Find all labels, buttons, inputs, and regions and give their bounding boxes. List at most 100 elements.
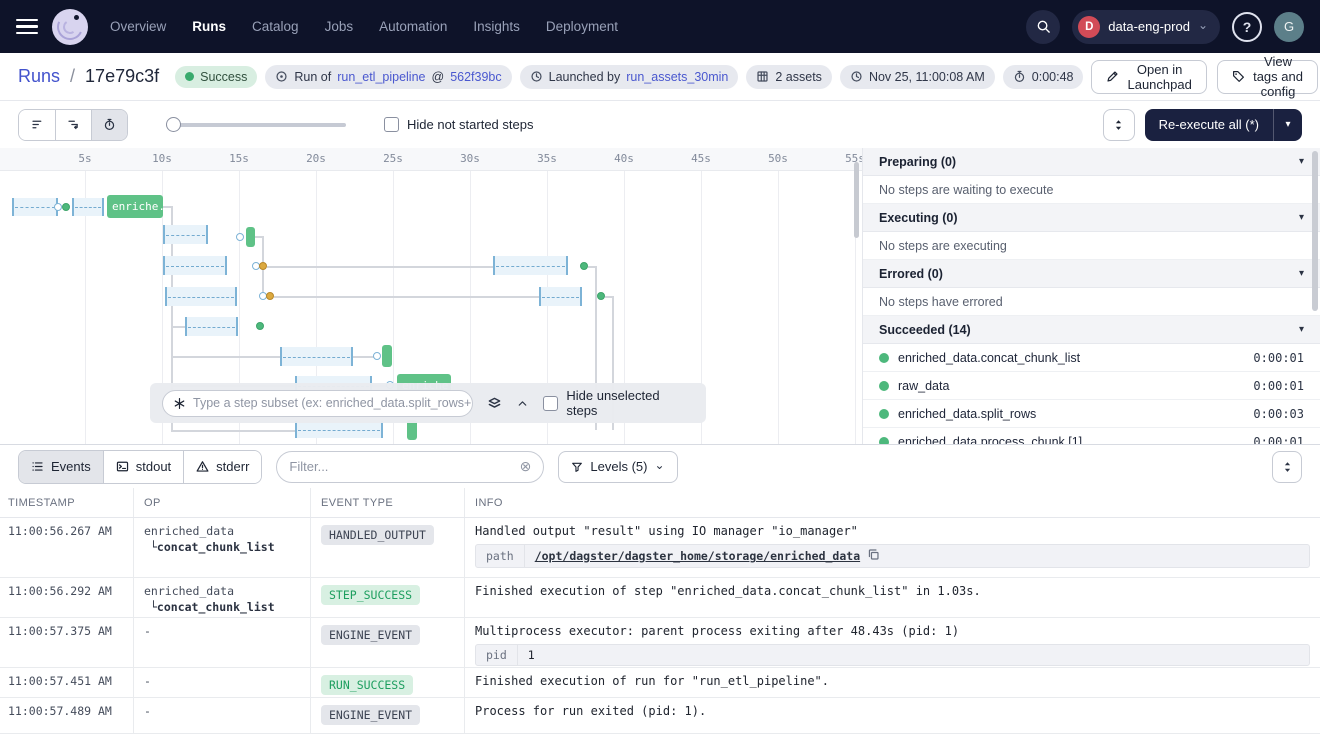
- zoom-slider-knob[interactable]: [166, 117, 181, 132]
- log-filter-input[interactable]: Filter... ⊗: [276, 451, 544, 483]
- tag-text: Nov 25, 11:00:08 AM: [869, 70, 985, 84]
- event-type-cell: RUN_SUCCESS: [311, 668, 465, 697]
- hide-not-started-checkbox-row[interactable]: Hide not started steps: [384, 117, 533, 132]
- success-dot-icon: [879, 353, 889, 363]
- step-row[interactable]: enriched_data.split_rows0:00:03: [863, 400, 1320, 428]
- menu-icon[interactable]: [16, 19, 38, 35]
- step-section-header[interactable]: Succeeded (14)▾: [863, 316, 1320, 344]
- gantt-step-planned-bar[interactable]: [163, 225, 208, 244]
- stopwatch-icon: [103, 118, 116, 131]
- gantt-step-success-bar[interactable]: [407, 420, 417, 440]
- gantt-scrollbar[interactable]: [854, 162, 859, 238]
- nav-link-catalog[interactable]: Catalog: [252, 19, 299, 34]
- layout-timed-button[interactable]: [91, 110, 127, 140]
- dashed-line: [168, 297, 234, 298]
- run-tag[interactable]: Run of run_etl_pipeline @ 562f39bc: [265, 65, 511, 89]
- tag-text-link[interactable]: 562f39bc: [450, 70, 501, 84]
- gantt-axis-tick: 40s: [614, 152, 634, 165]
- breadcrumb-runs-link[interactable]: Runs: [18, 66, 60, 87]
- gantt-step-planned-bar[interactable]: [165, 287, 237, 306]
- levels-dropdown[interactable]: Levels (5) ⌄: [558, 451, 677, 483]
- step-section-header[interactable]: Executing (0)▾: [863, 204, 1320, 232]
- step-section-header[interactable]: Preparing (0)▾: [863, 148, 1320, 176]
- gantt-step-planned-bar[interactable]: [280, 347, 353, 366]
- reexecute-dropdown[interactable]: ▾: [1274, 109, 1302, 141]
- event-log-row: 11:00:57.451 AM-RUN_SUCCESSFinished exec…: [0, 668, 1320, 698]
- run-tag[interactable]: 2 assets: [746, 65, 832, 89]
- user-avatar[interactable]: G: [1274, 12, 1304, 42]
- step-name: enriched_data.concat_chunk_list: [898, 351, 1080, 365]
- step-row[interactable]: raw_data0:00:01: [863, 372, 1320, 400]
- gantt-step-success-bar[interactable]: [246, 227, 255, 247]
- tab-stderr[interactable]: stderr: [183, 451, 261, 483]
- metadata-value-text[interactable]: /opt/dagster/dagster_home/storage/enrich…: [535, 549, 860, 563]
- layout-flat-button[interactable]: [19, 110, 55, 140]
- hide-not-started-checkbox[interactable]: [384, 117, 399, 132]
- tag-text: @: [431, 70, 444, 84]
- step-section-header[interactable]: Errored (0)▾: [863, 260, 1320, 288]
- event-info-text: Process for run exited (pid: 1).: [475, 704, 1310, 718]
- layers-icon[interactable]: [487, 396, 502, 411]
- gantt-step-planned-bar[interactable]: [493, 256, 568, 275]
- layout-waterfall-button[interactable]: [55, 110, 91, 140]
- tab-label: stdout: [136, 459, 171, 474]
- gantt-step-success-bar[interactable]: [382, 345, 392, 367]
- step-row[interactable]: enriched_data.concat_chunk_list0:00:01: [863, 344, 1320, 372]
- gantt-step-planned-bar[interactable]: [12, 198, 58, 216]
- run-tag[interactable]: Launched by run_assets_30min: [520, 65, 739, 89]
- hide-unselected-checkbox-row[interactable]: Hide unselected steps: [543, 388, 694, 418]
- tab-stdout[interactable]: stdout: [103, 451, 183, 483]
- chevron-up-icon[interactable]: [516, 397, 529, 410]
- nav-link-overview[interactable]: Overview: [110, 19, 166, 34]
- chevron-down-icon: ▾: [1299, 324, 1304, 335]
- expand-collapse-button[interactable]: [1103, 109, 1135, 141]
- tag-text-link[interactable]: run_assets_30min: [626, 70, 728, 84]
- panel-scrollbar[interactable]: [1312, 151, 1318, 311]
- tag-text-link[interactable]: run_etl_pipeline: [337, 70, 425, 84]
- event-log-row: 11:00:57.375 AM-ENGINE_EVENTMultiprocess…: [0, 618, 1320, 668]
- gantt-step-planned-bar[interactable]: [539, 287, 582, 306]
- gantt-axis-tick: 45s: [691, 152, 711, 165]
- event-op: -: [134, 668, 311, 697]
- dashed-line: [75, 207, 101, 208]
- reexecute-button[interactable]: Re-execute all (*) ▾: [1145, 109, 1302, 141]
- step-row[interactable]: enriched_data.process_chunk [1]0:00:01: [863, 428, 1320, 444]
- zoom-slider[interactable]: [166, 117, 346, 133]
- run-tag[interactable]: 0:00:48: [1003, 65, 1084, 89]
- warning-icon: [196, 460, 209, 473]
- status-dot-icon: [185, 72, 194, 81]
- gantt-green-marker: [62, 203, 70, 211]
- step-section-title: Executing (0): [879, 211, 958, 225]
- open-in-launchpad-button[interactable]: Open in Launchpad: [1091, 60, 1206, 94]
- gantt-step-planned-bar[interactable]: [185, 317, 238, 336]
- reexecute-label: Re-execute all (*): [1145, 109, 1273, 141]
- nav-link-deployment[interactable]: Deployment: [546, 19, 618, 34]
- search-button[interactable]: [1026, 10, 1060, 44]
- nav-link-insights[interactable]: Insights: [473, 19, 520, 34]
- deployment-switcher[interactable]: D data-eng-prod ⌄: [1072, 10, 1220, 44]
- step-subset-placeholder: Type a step subset (ex: enriched_data.sp…: [193, 396, 473, 410]
- dagster-logo[interactable]: [52, 9, 88, 45]
- success-dot-icon: [879, 437, 889, 445]
- gantt-step-planned-bar[interactable]: [295, 421, 383, 438]
- nav-link-runs[interactable]: Runs: [192, 19, 226, 34]
- log-expand-collapse-button[interactable]: [1272, 451, 1302, 483]
- gantt-step-planned-bar[interactable]: [163, 256, 227, 275]
- view-tags-config-button[interactable]: View tags and config: [1217, 60, 1318, 94]
- gantt-toolbar-right: Re-execute all (*) ▾: [1103, 109, 1302, 141]
- run-tag[interactable]: Nov 25, 11:00:08 AM: [840, 65, 995, 89]
- step-section-empty-text: No steps are executing: [863, 232, 1320, 260]
- tab-events[interactable]: Events: [19, 451, 103, 483]
- hide-unselected-checkbox[interactable]: [543, 396, 558, 411]
- copy-icon[interactable]: [867, 548, 880, 564]
- gantt-step-planned-bar[interactable]: [72, 198, 104, 216]
- nav-link-automation[interactable]: Automation: [379, 19, 447, 34]
- event-op: -: [134, 618, 311, 667]
- step-subset-input[interactable]: Type a step subset (ex: enriched_data.sp…: [162, 390, 473, 417]
- zoom-slider-track[interactable]: [166, 123, 346, 127]
- metadata-value-text: 1: [528, 648, 535, 662]
- help-button[interactable]: ?: [1232, 12, 1262, 42]
- clear-filter-icon[interactable]: ⊗: [520, 458, 532, 475]
- nav-link-jobs[interactable]: Jobs: [325, 19, 354, 34]
- gantt-step-success-bar[interactable]: enriche.: [107, 195, 163, 218]
